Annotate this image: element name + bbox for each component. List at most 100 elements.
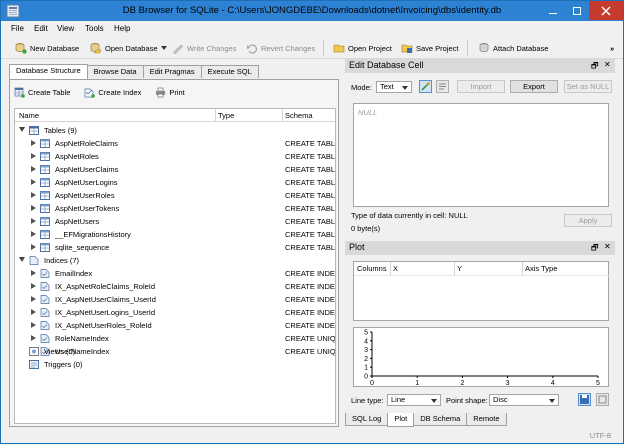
column-header-schema[interactable]: Schema bbox=[285, 111, 313, 120]
write-changes-button[interactable]: Write Changes bbox=[172, 41, 236, 55]
tab-sql-log[interactable]: SQL Log bbox=[345, 413, 389, 426]
table-row[interactable]: AspNetUserRoles CREATE TABLE bbox=[15, 189, 335, 202]
collapsed-arrow-icon[interactable] bbox=[31, 179, 36, 185]
table-row[interactable]: AspNetUserTokens CREATE TABLE bbox=[15, 202, 335, 215]
menu-file[interactable]: File bbox=[11, 24, 24, 33]
toolbar-overflow-button[interactable]: » bbox=[610, 41, 614, 55]
export-button[interactable]: Export bbox=[510, 80, 558, 93]
collapsed-arrow-icon[interactable] bbox=[31, 218, 36, 224]
expanded-arrow-icon[interactable] bbox=[19, 127, 25, 132]
set-null-button[interactable]: Set as NULL bbox=[564, 80, 612, 93]
tab-plot[interactable]: Plot bbox=[387, 413, 415, 427]
collapsed-arrow-icon[interactable] bbox=[31, 153, 36, 159]
plot-column-header[interactable]: Axis Type bbox=[525, 264, 557, 273]
table-row[interactable]: AspNetRoleClaims CREATE TABLE bbox=[15, 137, 335, 150]
menu-view[interactable]: View bbox=[57, 24, 74, 33]
collapsed-arrow-icon[interactable] bbox=[31, 244, 36, 250]
refresh-plot-button[interactable] bbox=[596, 393, 609, 406]
plot-column-header[interactable]: X bbox=[393, 264, 398, 273]
plot-column-header[interactable]: Y bbox=[457, 264, 462, 273]
column-divider[interactable] bbox=[215, 109, 216, 122]
save-project-button[interactable]: Save Project bbox=[401, 41, 459, 55]
tab-edit-pragmas[interactable]: Edit Pragmas bbox=[142, 65, 202, 78]
table-folder-icon bbox=[29, 126, 39, 135]
line-type-select[interactable]: Line bbox=[387, 394, 441, 406]
save-plot-button[interactable] bbox=[578, 393, 591, 406]
dock-close-icon[interactable]: ✕ bbox=[604, 60, 611, 69]
new-database-button[interactable]: New Database bbox=[15, 41, 79, 55]
create-index-button[interactable]: Create Index bbox=[84, 87, 141, 98]
dock-float-icon[interactable]: 🗗 bbox=[591, 242, 599, 256]
maximize-button[interactable] bbox=[565, 1, 589, 20]
title-bar[interactable]: DB Browser for SQLite - C:\Users\JONGDEB… bbox=[1, 1, 623, 21]
column-divider[interactable] bbox=[454, 262, 455, 275]
dock-float-icon[interactable]: 🗗 bbox=[591, 60, 599, 74]
tree-group-triggers[interactable]: Triggers (0) bbox=[15, 358, 335, 371]
create-table-button[interactable]: Create Table bbox=[14, 87, 70, 98]
collapsed-arrow-icon[interactable] bbox=[31, 192, 36, 198]
collapsed-arrow-icon[interactable] bbox=[31, 322, 36, 328]
word-wrap-button[interactable] bbox=[436, 80, 449, 93]
expanded-arrow-icon[interactable] bbox=[19, 257, 25, 262]
column-header-type[interactable]: Type bbox=[218, 111, 234, 120]
print-button[interactable]: Print bbox=[155, 87, 185, 98]
plot-area[interactable]: 543210012345 bbox=[353, 327, 609, 387]
table-row[interactable]: AspNetUsers CREATE TABLE bbox=[15, 215, 335, 228]
open-database-button[interactable]: Open Database bbox=[90, 41, 167, 55]
cell-editor[interactable]: NULL bbox=[353, 103, 609, 207]
index-row[interactable]: RoleNameIndex CREATE UNIQUE bbox=[15, 332, 335, 345]
column-divider[interactable] bbox=[282, 109, 283, 122]
attach-database-button[interactable]: Attach Database bbox=[478, 41, 548, 55]
menu-help[interactable]: Help bbox=[114, 24, 130, 33]
collapsed-arrow-icon[interactable] bbox=[31, 296, 36, 302]
point-shape-select[interactable]: Disc bbox=[489, 394, 559, 406]
tree-group-tables[interactable]: Tables (9) bbox=[15, 124, 335, 137]
open-project-button[interactable]: Open Project bbox=[333, 41, 392, 55]
plot-columns-table[interactable]: Columns X Y Axis Type bbox=[353, 261, 610, 321]
collapsed-arrow-icon[interactable] bbox=[31, 283, 36, 289]
index-row[interactable]: IX_AspNetRoleClaims_RoleId CREATE INDEX bbox=[15, 280, 335, 293]
column-divider[interactable] bbox=[390, 262, 391, 275]
column-divider[interactable] bbox=[522, 262, 523, 275]
chevron-down-icon[interactable] bbox=[160, 46, 167, 50]
plot-column-header[interactable]: Columns bbox=[357, 264, 387, 273]
tab-browse-data[interactable]: Browse Data bbox=[86, 65, 144, 78]
tab-remote[interactable]: Remote bbox=[466, 413, 507, 426]
index-row[interactable]: IX_AspNetUserClaims_UserId CREATE INDEX bbox=[15, 293, 335, 306]
column-header-name[interactable]: Name bbox=[19, 111, 39, 120]
plot-dock-header[interactable]: Plot 🗗 ✕ bbox=[345, 241, 615, 255]
menu-tools[interactable]: Tools bbox=[85, 24, 104, 33]
tree-group-indices[interactable]: Indices (7) bbox=[15, 254, 335, 267]
tree-group-views[interactable]: Views (0) bbox=[15, 345, 335, 358]
index-row[interactable]: IX_AspNetUserLogins_UserId CREATE INDEX bbox=[15, 306, 335, 319]
index-row[interactable]: EmailIndex CREATE INDEX bbox=[15, 267, 335, 280]
collapsed-arrow-icon[interactable] bbox=[31, 205, 36, 211]
index-row[interactable]: IX_AspNetUserRoles_RoleId CREATE INDEX bbox=[15, 319, 335, 332]
collapsed-arrow-icon[interactable] bbox=[31, 270, 36, 276]
import-button[interactable]: Import bbox=[457, 80, 505, 93]
revert-changes-button[interactable]: Revert Changes bbox=[246, 41, 315, 55]
collapsed-arrow-icon[interactable] bbox=[31, 140, 36, 146]
close-button[interactable] bbox=[589, 1, 623, 20]
table-row[interactable]: AspNetUserClaims CREATE TABLE bbox=[15, 163, 335, 176]
collapsed-arrow-icon[interactable] bbox=[31, 166, 36, 172]
table-row[interactable]: AspNetRoles CREATE TABLE bbox=[15, 150, 335, 163]
menu-edit[interactable]: Edit bbox=[34, 24, 48, 33]
tab-database-structure[interactable]: Database Structure bbox=[9, 64, 88, 79]
collapsed-arrow-icon[interactable] bbox=[31, 335, 36, 341]
tab-execute-sql[interactable]: Execute SQL bbox=[200, 65, 259, 78]
table-row[interactable]: sqlite_sequence CREATE TABLE bbox=[15, 241, 335, 254]
table-row[interactable]: __EFMigrationsHistory CREATE TABLE bbox=[15, 228, 335, 241]
table-row[interactable]: AspNetUserLogins CREATE TABLE bbox=[15, 176, 335, 189]
printer-icon bbox=[156, 87, 166, 97]
apply-button[interactable]: Apply bbox=[564, 214, 612, 227]
tab-db-schema[interactable]: DB Schema bbox=[413, 413, 468, 426]
collapsed-arrow-icon[interactable] bbox=[31, 231, 36, 237]
mode-select[interactable]: Text bbox=[376, 81, 412, 93]
auto-switch-mode-button[interactable] bbox=[419, 80, 432, 93]
dock-close-icon[interactable]: ✕ bbox=[604, 242, 611, 251]
minimize-button[interactable] bbox=[541, 1, 565, 20]
collapsed-arrow-icon[interactable] bbox=[31, 309, 36, 315]
schema-tree[interactable]: Name Type Schema Tables (9) AspNetRoleCl… bbox=[14, 108, 336, 424]
edit-cell-dock-header[interactable]: Edit Database Cell 🗗 ✕ bbox=[345, 59, 615, 73]
